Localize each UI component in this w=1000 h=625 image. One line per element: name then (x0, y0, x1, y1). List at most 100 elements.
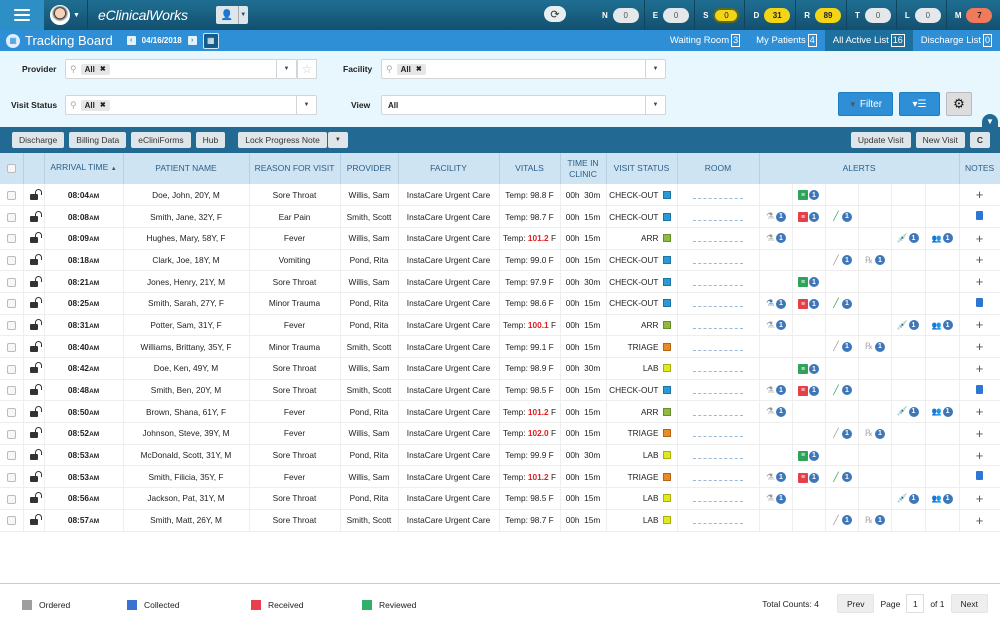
counter-r[interactable]: R 89 (795, 0, 846, 30)
patient-name[interactable]: Doe, John, 20Y, M (123, 184, 250, 207)
room-field[interactable] (693, 364, 743, 373)
table-row[interactable]: 08:57AM Smith, Matt, 26Y, M Sore Throat Smi… (0, 509, 1000, 532)
next-page-button[interactable]: Next (950, 594, 988, 613)
chevron-down-icon[interactable]: ▼ (73, 12, 80, 19)
row-select[interactable] (0, 335, 24, 358)
alert-cell[interactable]: ╱ 1 (825, 379, 859, 402)
notes[interactable] (959, 465, 1000, 489)
alert[interactable]: ℞ 1 (864, 515, 885, 526)
lock-cell[interactable] (23, 335, 45, 358)
header-patient-name[interactable]: PATIENT NAME (123, 153, 250, 184)
lock-cell[interactable] (23, 444, 45, 467)
notes[interactable] (959, 205, 1000, 228)
room-field[interactable] (693, 278, 743, 286)
visit-status[interactable]: CHECK-OUT (606, 270, 678, 293)
room-field[interactable] (693, 299, 743, 308)
room[interactable] (677, 465, 760, 489)
chevron-down-icon[interactable]: ▼ (645, 96, 665, 114)
alert-cell[interactable]: 💉 1 (891, 400, 926, 424)
row-checkbox[interactable] (6, 386, 16, 396)
row-checkbox[interactable] (6, 321, 16, 331)
header-reason[interactable]: REASON FOR VISIT (249, 153, 341, 184)
alert-cell[interactable]: ╱ 1 (825, 249, 859, 272)
room-field[interactable] (693, 451, 743, 460)
room[interactable] (677, 400, 760, 424)
progress-note-icon[interactable] (976, 471, 984, 481)
alert[interactable]: ╱ 1 (831, 211, 852, 222)
refresh-icon[interactable]: ⟳ (544, 6, 566, 22)
patient-search-icon[interactable]: 👤 (215, 6, 238, 24)
add-note-icon[interactable]: + (976, 361, 984, 376)
add-note-icon[interactable]: + (976, 339, 984, 354)
facility-select[interactable]: ⚲ All ✖ ▼ (381, 59, 666, 79)
tab-discharge-list[interactable]: Discharge List 0 (913, 30, 1000, 51)
notes[interactable] (959, 379, 1000, 402)
patient-name[interactable]: Hughes, Mary, 58Y, F (123, 227, 250, 250)
alert-cell[interactable]: ╱ 1 (825, 509, 859, 532)
visit-status[interactable]: ARR (606, 314, 678, 337)
lock-cell[interactable] (23, 487, 45, 510)
alert[interactable]: ℞ 1 (864, 428, 885, 439)
add-note-icon[interactable]: + (976, 513, 984, 528)
room[interactable] (677, 249, 760, 272)
patient-name[interactable]: Potter, Sam, 31Y, F (123, 314, 250, 337)
notes[interactable]: + (959, 270, 1000, 293)
user-menu[interactable]: ▼ (48, 0, 88, 30)
visit-status[interactable]: CHECK-OUT (606, 184, 678, 207)
table-row[interactable]: 08:18AM Clark, Joe, 18Y, M Vomiting Pond, R… (0, 249, 1000, 272)
tab-all-active-list[interactable]: All Active List 16 (824, 30, 913, 51)
counter-n[interactable]: N0 (594, 0, 644, 30)
patient-name[interactable]: Clark, Joe, 18Y, M (123, 249, 250, 272)
alert-cell[interactable]: ⚗ 1 (759, 465, 793, 489)
lock-cell[interactable] (23, 227, 45, 250)
alert-cell[interactable]: ≡ 1 (792, 205, 826, 228)
notes[interactable]: + (959, 184, 1000, 207)
alert[interactable]: ℞ 1 (864, 255, 885, 266)
table-row[interactable]: 08:08AM Smith, Jane, 32Y, F Ear Pain Smith,… (0, 205, 1000, 228)
patient-name[interactable]: Brown, Shana, 61Y, F (123, 400, 250, 424)
table-row[interactable]: 08:53AM McDonald, Scott, 31Y, M Sore Throa… (0, 444, 1000, 467)
alert[interactable]: ≡ 1 (798, 190, 819, 201)
next-date-button[interactable]: › (187, 36, 197, 45)
lock-cell[interactable] (23, 270, 45, 293)
alert-cell[interactable]: ≡ 1 (792, 292, 826, 315)
tab-my-patients[interactable]: My Patients 4 (748, 30, 825, 51)
alert[interactable]: ╱ 1 (831, 428, 852, 439)
notes[interactable]: + (959, 422, 1000, 445)
table-row[interactable]: 08:42AM Doe, Ken, 49Y, M Sore Throat Willis… (0, 357, 1000, 380)
room-field[interactable] (693, 429, 743, 438)
lock-cell[interactable] (23, 292, 45, 315)
room[interactable] (677, 227, 760, 250)
notes[interactable]: + (959, 249, 1000, 272)
visit-status[interactable]: CHECK-OUT (606, 249, 678, 272)
add-note-icon[interactable]: + (976, 274, 984, 289)
lock-cell[interactable] (23, 400, 45, 424)
visit-status[interactable]: ARR (606, 400, 678, 424)
patient-name[interactable]: Jackson, Pat, 31Y, M (123, 487, 250, 510)
room[interactable] (677, 379, 760, 402)
counter-value[interactable]: 7 (966, 7, 993, 23)
room[interactable] (677, 335, 760, 358)
header-time-in-clinic[interactable]: TIME IN CLINIC (560, 153, 607, 184)
calendar-icon[interactable]: ▦ (202, 32, 219, 49)
alert[interactable]: ╱ 1 (831, 515, 852, 526)
lock-cell[interactable] (23, 184, 45, 207)
alert-cell[interactable]: ⚗ 1 (759, 379, 793, 402)
row-checkbox[interactable] (6, 407, 16, 417)
alert[interactable]: 👥 1 (932, 320, 953, 331)
chevron-down-icon[interactable]: ▼ (296, 96, 316, 114)
row-select[interactable] (0, 249, 24, 272)
alert-cell[interactable]: 👥 1 (925, 487, 960, 510)
new-visit-button[interactable]: New Visit (915, 132, 965, 148)
alert-cell[interactable]: ╱ 1 (825, 292, 859, 315)
notes[interactable]: + (959, 227, 1000, 250)
row-select[interactable] (0, 400, 24, 424)
notes[interactable] (959, 292, 1000, 315)
row-select[interactable] (0, 270, 24, 293)
alert[interactable]: 💉 1 (897, 233, 919, 244)
visit-status[interactable]: TRIAGE (606, 465, 678, 489)
filter-list-button[interactable]: ▾☰ (899, 92, 940, 116)
table-row[interactable]: 08:53AM Smith, Filicia, 35Y, F Fever Willis… (0, 465, 1000, 489)
patient-name[interactable]: Johnson, Steve, 39Y, M (123, 422, 250, 445)
room-field[interactable] (693, 234, 743, 243)
